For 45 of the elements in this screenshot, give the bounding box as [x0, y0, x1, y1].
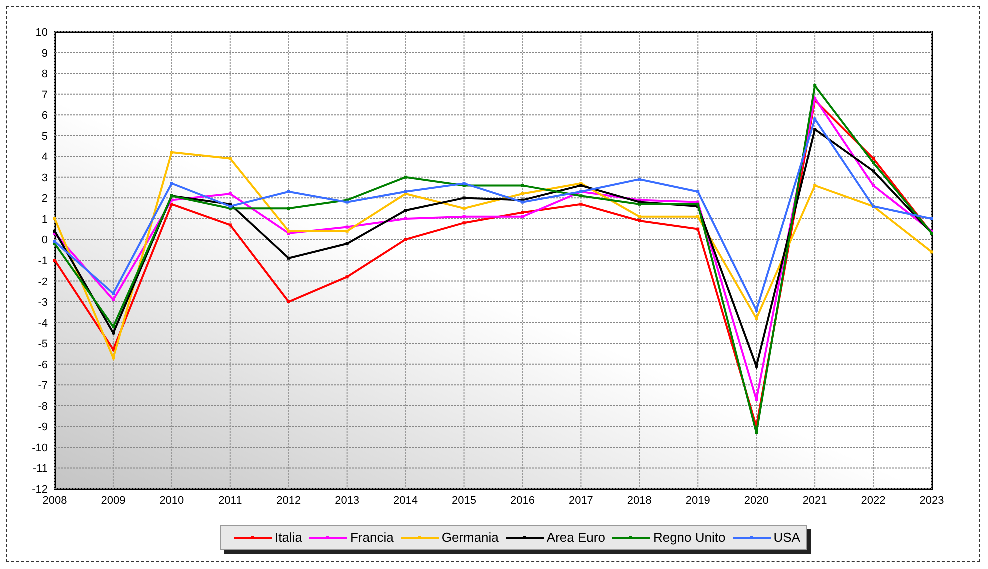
y-tick-label: 2 — [42, 193, 48, 206]
y-tick-label: 10 — [36, 27, 48, 39]
y-tick-label: -1 — [38, 256, 48, 268]
y-tick-label: -2 — [38, 276, 48, 288]
x-tick-label: 2016 — [510, 495, 535, 507]
y-tick-label: 7 — [42, 89, 48, 102]
y-tick-label: -4 — [38, 318, 48, 330]
y-tick-label: -5 — [38, 338, 48, 351]
legend-label: Regno Unito — [653, 530, 726, 545]
x-tick-label: 2009 — [101, 495, 126, 507]
legend-label: Area Euro — [546, 530, 606, 545]
x-tick-label: 2019 — [686, 495, 710, 507]
x-tick-label: 2008 — [42, 495, 68, 507]
legend-label: Germania — [442, 530, 499, 545]
y-tick-label: 1 — [42, 214, 48, 226]
y-tick-label: -10 — [32, 442, 48, 454]
x-tick-label: 2017 — [568, 495, 594, 507]
legend-label: Italia — [275, 530, 302, 545]
x-tick-label: 2011 — [218, 495, 242, 507]
y-tick-label: 6 — [42, 110, 48, 122]
y-tick-label: -9 — [38, 422, 48, 434]
y-tick-label: -8 — [38, 400, 48, 413]
y-tick-label: -7 — [38, 380, 48, 392]
y-tick-label: -12 — [32, 484, 48, 496]
x-tick-label: 2012 — [276, 495, 302, 507]
x-tick-label: 2014 — [394, 495, 418, 507]
x-tick-label: 2022 — [861, 495, 886, 507]
x-tick-label: 2021 — [802, 495, 828, 507]
y-tick-label: -3 — [38, 297, 48, 310]
x-tick-label: 2010 — [160, 495, 184, 507]
x-tick-label: 2023 — [920, 495, 944, 507]
y-tick-label: 0 — [42, 234, 48, 247]
y-tick-label: 4 — [42, 152, 48, 164]
legend-label: USA — [774, 530, 800, 545]
x-tick-label: 2018 — [627, 495, 652, 507]
y-tick-label: 9 — [42, 48, 48, 60]
y-tick-label: -6 — [38, 359, 48, 372]
y-tick-label: 8 — [42, 68, 48, 81]
y-tick-label: -11 — [32, 463, 48, 476]
x-tick-label: 2015 — [452, 495, 476, 507]
x-tick-label: 2020 — [744, 495, 769, 507]
legend-label: Francia — [350, 530, 394, 545]
y-tick-label: 5 — [42, 130, 48, 143]
y-tick-label: 3 — [42, 172, 48, 184]
x-tick-label: 2013 — [335, 495, 360, 507]
